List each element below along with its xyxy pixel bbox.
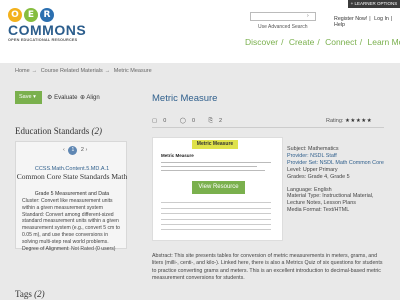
rating-stars-icon[interactable]: ★★★★★ — [345, 118, 372, 124]
breadcrumb: Home → Course Related Materials → Metric M… — [15, 68, 152, 74]
user-links-separator: | — [390, 16, 393, 22]
help-link[interactable]: Help — [334, 22, 345, 28]
breadcrumb-current: Metric Measure — [113, 68, 152, 74]
standard-card: ‹ 1 2 › CCSS.Math.Content.5.MD.A.1 Commo… — [15, 141, 128, 252]
align-icon: ⊕ — [80, 95, 86, 101]
evaluate-label: Evaluate — [54, 95, 78, 101]
media-format: Media Format: Text/HTML — [287, 207, 350, 214]
evaluate-icon: ⚙ — [47, 95, 53, 101]
logo-subtitle: OPEN EDUCATIONAL RESOURCES — [8, 38, 78, 42]
resource-stats: ▢ 0 ◯ 0 ⎘ 2 — [152, 118, 234, 125]
rating-label: Rating: — [326, 118, 344, 124]
align-link[interactable]: ⊕ Align — [80, 94, 100, 101]
tags-count: (2) — [34, 289, 45, 299]
education-standards-heading: Education Standards (2) — [15, 126, 102, 136]
preview-text-line — [161, 162, 271, 163]
education-standards-count: (2) — [91, 126, 102, 136]
tags-title: Tags — [15, 289, 32, 299]
favorites-icon: ⎘ — [208, 118, 213, 124]
breadcrumb-home[interactable]: Home — [15, 68, 30, 74]
resource-abstract: Abstract: This site presents tables for … — [152, 253, 383, 282]
comments-icon: ◯ — [179, 118, 186, 124]
save-button[interactable]: Save ▾ — [15, 91, 42, 104]
preview-title: Metric Measure — [161, 153, 194, 158]
comments-count: 0 — [191, 118, 196, 124]
resource-preview-thumbnail[interactable]: Metric Measure Metric Measure View Resou… — [152, 137, 283, 241]
rating: Rating: ★★★★★ — [326, 118, 372, 124]
standards-pager: ‹ 1 2 › — [63, 146, 87, 155]
nav-separator: / — [281, 37, 284, 47]
material-type: Material Type: Instructional Material, L… — [287, 193, 374, 207]
breadcrumb-separator: → — [104, 68, 111, 74]
alignment-label: Degree of Alignment: — [22, 245, 70, 252]
preview-table-row — [161, 225, 271, 231]
alignment-value: Not Rated — [71, 245, 94, 252]
views-count: 0 — [163, 118, 167, 124]
search-go-icon[interactable]: › — [307, 14, 313, 19]
preview-header: Metric Measure — [192, 140, 238, 149]
views-icon: ▢ — [152, 118, 158, 124]
align-label: Align — [86, 95, 100, 101]
grades: Grades: Grade 4, Grade 5 — [287, 173, 350, 180]
standard-cluster: Cluster: Convert like measurement units … — [22, 198, 113, 211]
logo-letter-e: E — [24, 8, 38, 22]
pager-next-icon[interactable]: › — [86, 147, 88, 153]
preview-text-line — [161, 166, 257, 167]
logo-letter-o: O — [8, 8, 22, 22]
pager-page-1[interactable]: 1 — [68, 146, 78, 155]
standard-grade: Grade 5 Measurement and Data — [34, 191, 110, 197]
language: Language: English — [287, 186, 332, 193]
user-links: Register Now! | Log In | Help — [334, 16, 400, 28]
nav-create[interactable]: Create — [289, 37, 315, 47]
learner-options-button[interactable]: + LEARNER OPTIONS — [348, 0, 400, 8]
resource-metadata: Subject: Mathematics Provider: NSDL Staf… — [287, 146, 387, 214]
comments-stat[interactable]: ◯ 0 — [180, 118, 201, 124]
alignment-users: (0 users) — [95, 245, 116, 252]
main-nav: Discover/ Create/ Connect/ Learn More — [245, 37, 400, 47]
preview-table — [161, 198, 271, 236]
advanced-search-link[interactable]: Use Advanced Search — [258, 24, 307, 30]
provider-link[interactable]: Provider: NSDL Staff — [287, 153, 387, 160]
favorites-stat[interactable]: ⎘ 2 — [209, 118, 228, 124]
views-stat: ▢ 0 — [152, 118, 172, 124]
evaluate-link[interactable]: ⚙ Evaluate — [47, 94, 77, 101]
tags-heading: Tags (2) — [15, 289, 45, 299]
pager-page-2[interactable]: 2 — [81, 147, 84, 153]
breadcrumb-separator: → — [31, 68, 38, 74]
logo-commons-text: COMMONS — [8, 22, 87, 38]
divider — [152, 127, 384, 128]
level: Level: Upper Primary — [287, 166, 338, 173]
standard-body: Cluster: Convert like measurement units … — [22, 198, 124, 252]
view-resource-button[interactable]: View Resource — [192, 181, 245, 194]
resource-title: Metric Measure — [152, 93, 218, 104]
favorites-count: 2 — [218, 118, 223, 124]
standard-description: Standard: Convert among different-sized … — [22, 211, 120, 245]
user-links-separator: | — [369, 16, 371, 22]
subject: Subject: Mathematics — [287, 146, 339, 152]
provider-set-link[interactable]: Provider Set: NSDL Math Common Core — [287, 160, 387, 167]
nav-separator: / — [317, 37, 320, 47]
breadcrumb-course-materials[interactable]: Course Related Materials — [41, 68, 103, 74]
nav-separator: / — [359, 37, 363, 47]
login-link[interactable]: Log In — [374, 16, 389, 22]
standard-name: Common Core State Standards Math — [16, 172, 128, 181]
logo-letter-r: R — [40, 8, 54, 22]
nav-discover[interactable]: Discover — [245, 37, 278, 47]
education-standards-title: Education Standards — [15, 126, 90, 136]
degree-of-alignment: Degree of Alignment: Not Rated (0 users) — [22, 246, 124, 253]
nav-connect[interactable]: Connect — [325, 37, 357, 47]
nav-learn-more[interactable]: Learn More — [368, 37, 400, 47]
oer-commons-logo[interactable]: O E R COMMONS OPEN EDUCATIONAL RESOURCES — [8, 8, 87, 50]
pager-prev-icon[interactable]: ‹ — [63, 147, 65, 153]
preview-text-line — [161, 170, 265, 171]
logo-circles: O E R — [8, 8, 78, 22]
site-header: + LEARNER OPTIONS O E R COMMONS OPEN EDU… — [0, 0, 400, 63]
